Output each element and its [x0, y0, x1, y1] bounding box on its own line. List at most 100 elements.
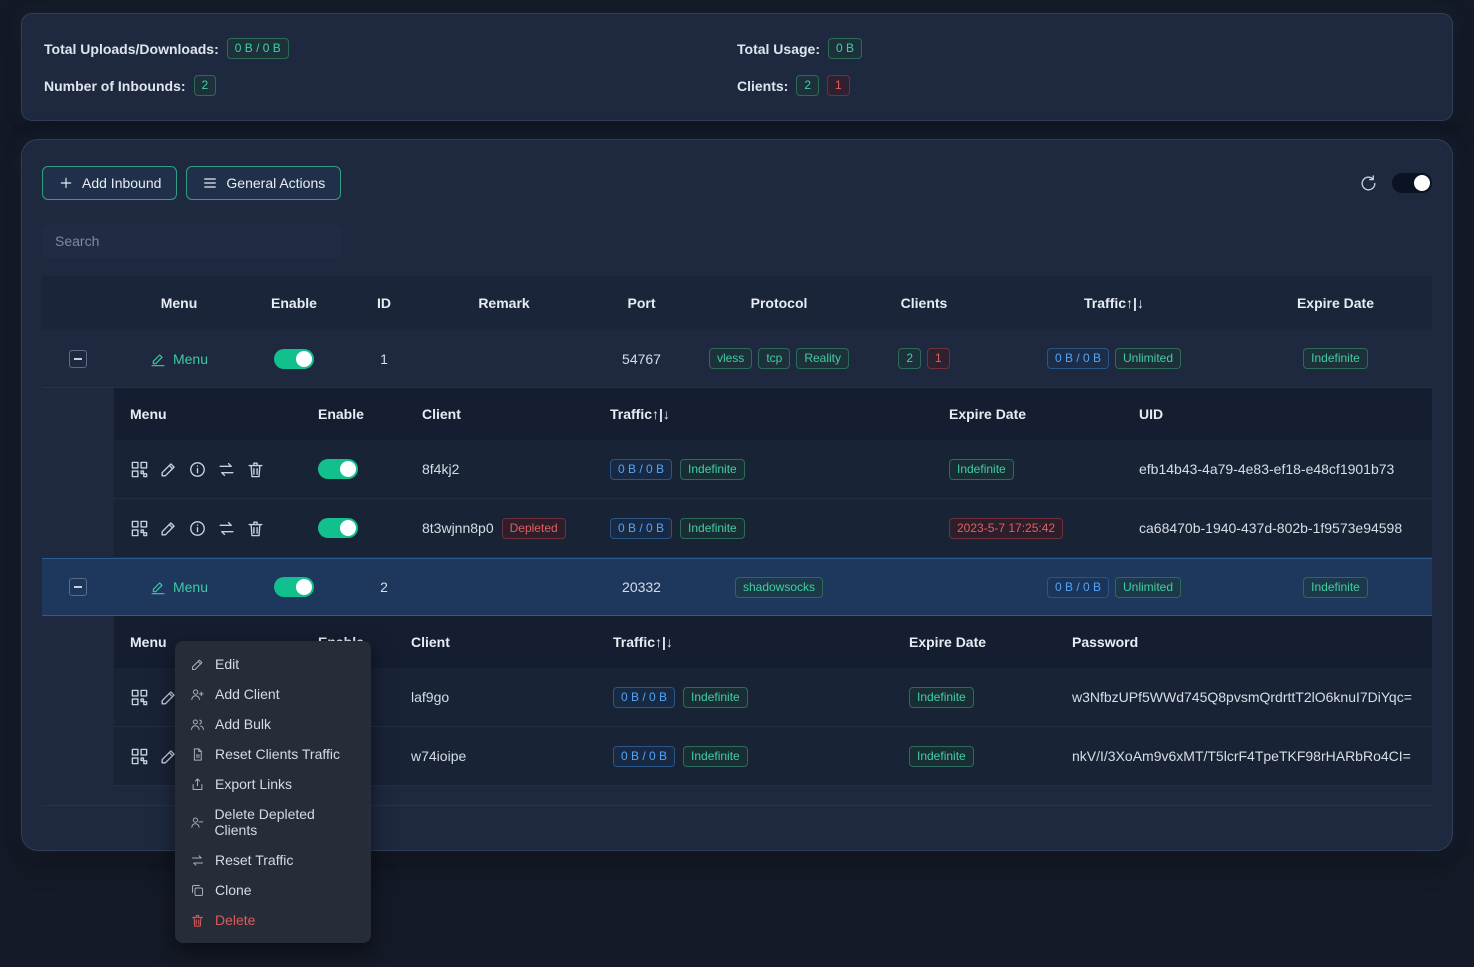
clients-table-inbound-1: Menu Enable Client Traffic↑|↓ Expire Dat… [114, 388, 1432, 558]
delete-icon [190, 913, 205, 928]
menu-item-add-bulk[interactable]: Add Bulk [175, 709, 371, 739]
search-row [42, 224, 1432, 258]
inbound-2-enable-toggle[interactable] [274, 577, 314, 597]
client-qrcode-button[interactable] [130, 519, 149, 538]
client-name: w74ioipe [395, 748, 597, 764]
traffic-limit-badge: Indefinite [683, 746, 748, 767]
inbound-1-enable-toggle[interactable] [274, 349, 314, 369]
header-traffic[interactable]: Traffic↑|↓ [989, 295, 1239, 311]
hamburger-icon [202, 175, 218, 191]
edit-icon [159, 519, 178, 538]
swap-arrows-icon [217, 519, 236, 538]
stat-uploads-value-badge: 0 B / 0 B [227, 38, 289, 59]
info-icon [188, 460, 207, 479]
sub-header-client: Client [395, 634, 597, 650]
header-expire-date: Expire Date [1239, 295, 1432, 311]
protocol-badge: vless [709, 348, 752, 369]
collapse-inbound-1-button[interactable] [69, 350, 87, 368]
menu-item-clone[interactable]: Clone [175, 875, 371, 905]
sub-header-uid: UID [1123, 406, 1432, 422]
collapse-inbound-2-button[interactable] [69, 578, 87, 596]
sub-header-traffic[interactable]: Traffic↑|↓ [594, 406, 933, 422]
reset-traffic-icon [190, 853, 205, 868]
client-row-8f4kj2: 8f4kj2 0 B / 0 B Indefinite Indefinite e… [114, 440, 1432, 499]
traffic-limit-badge: Indefinite [683, 687, 748, 708]
client-enable-toggle[interactable] [318, 518, 358, 538]
edit-pencil-icon [150, 579, 166, 595]
general-actions-button[interactable]: General Actions [186, 166, 341, 200]
depleted-badge: Depleted [502, 518, 566, 539]
protocol-badge: shadowsocks [735, 577, 823, 598]
edit-pencil-icon [150, 351, 166, 367]
stat-clients-label: Clients: [737, 78, 788, 94]
qrcode-icon [130, 747, 149, 766]
search-input[interactable] [42, 224, 342, 258]
menu-item-reset-traffic[interactable]: Reset Traffic [175, 845, 371, 875]
stat-clients-depleted-badge: 1 [827, 75, 850, 96]
traffic-badge: 0 B / 0 B [610, 459, 672, 480]
traffic-badge: 0 B / 0 B [613, 746, 675, 767]
sub-header-expire-date: Expire Date [893, 634, 1056, 650]
client-actions [114, 460, 302, 479]
stats-card: Total Uploads/Downloads: 0 B / 0 B Total… [22, 14, 1452, 120]
expire-badge: Indefinite [949, 459, 1014, 480]
traffic-badge: 0 B / 0 B [1047, 348, 1109, 369]
toolbar: Add Inbound General Actions [42, 166, 1432, 200]
add-bulk-icon [190, 717, 205, 732]
sub-header-enable: Enable [302, 406, 406, 422]
stat-number-of-inbounds: Number of Inbounds: 2 [44, 75, 737, 96]
qrcode-icon [130, 688, 149, 707]
client-delete-button[interactable] [246, 460, 265, 479]
stat-usage-value-badge: 0 B [828, 38, 862, 59]
header-menu: Menu [114, 295, 244, 311]
menu-item-edit[interactable]: Edit [175, 649, 371, 679]
toggle-knob [340, 461, 356, 477]
refresh-button[interactable] [1359, 174, 1378, 193]
clients-active-badge: 2 [898, 348, 921, 369]
trash-icon [246, 460, 265, 479]
info-icon [188, 519, 207, 538]
client-delete-button[interactable] [246, 519, 265, 538]
client-qrcode-button[interactable] [130, 688, 149, 707]
clients-table-1-header: Menu Enable Client Traffic↑|↓ Expire Dat… [114, 388, 1432, 440]
client-reset-traffic-button[interactable] [217, 519, 236, 538]
header-port: Port [584, 295, 699, 311]
add-inbound-button[interactable]: Add Inbound [42, 166, 177, 200]
client-enable-toggle[interactable] [318, 459, 358, 479]
sub-header-expire-date: Expire Date [933, 406, 1123, 422]
clients-depleted-badge: 1 [927, 348, 950, 369]
add-client-icon [190, 687, 205, 702]
inbound-1-port: 54767 [584, 351, 699, 367]
minus-icon [74, 358, 82, 360]
menu-item-add-client[interactable]: Add Client [175, 679, 371, 709]
client-reset-traffic-button[interactable] [217, 460, 236, 479]
sub-header-menu: Menu [114, 406, 302, 422]
dark-mode-toggle[interactable] [1392, 173, 1432, 193]
client-qrcode-button[interactable] [130, 460, 149, 479]
client-edit-button[interactable] [159, 519, 178, 538]
client-qrcode-button[interactable] [130, 747, 149, 766]
inbound-1-id: 1 [344, 351, 424, 367]
stat-clients-active-badge: 2 [796, 75, 819, 96]
traffic-badge: 0 B / 0 B [1047, 577, 1109, 598]
client-info-button[interactable] [188, 519, 207, 538]
qrcode-icon [130, 460, 149, 479]
client-info-button[interactable] [188, 460, 207, 479]
inbound-2-menu-button[interactable]: Menu [150, 579, 208, 595]
client-password: w3NfbzUPf5WWd745Q8pvsmQrdrttT2lO6knuI7Di… [1056, 689, 1432, 705]
plus-icon [58, 175, 74, 191]
client-edit-button[interactable] [159, 460, 178, 479]
inbound-row-1: Menu 1 54767 vless tcp Reality 2 1 0 B /… [42, 330, 1432, 388]
menu-item-delete-depleted-clients[interactable]: Delete Depleted Clients [175, 799, 371, 845]
inbound-1-menu-button[interactable]: Menu [150, 351, 208, 367]
menu-item-reset-clients-traffic[interactable]: Reset Clients Traffic [175, 739, 371, 769]
export-links-icon [190, 777, 205, 792]
client-name: laf9go [395, 689, 597, 705]
menu-item-export-links[interactable]: Export Links [175, 769, 371, 799]
sub-header-traffic[interactable]: Traffic↑|↓ [597, 634, 893, 650]
menu-item-delete[interactable]: Delete [175, 905, 371, 935]
client-actions [114, 519, 302, 538]
edit-icon [190, 657, 205, 672]
stat-uploads-downloads: Total Uploads/Downloads: 0 B / 0 B [44, 38, 737, 59]
stat-usage-label: Total Usage: [737, 41, 820, 57]
